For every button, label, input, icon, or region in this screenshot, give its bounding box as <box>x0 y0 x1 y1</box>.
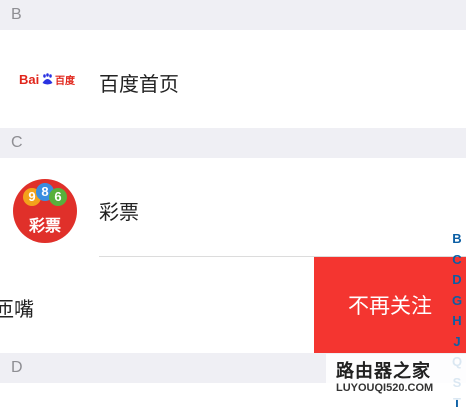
baidu-logo-icon: Bai 百度 <box>19 72 75 87</box>
lottery-icon: 9 8 6 彩票 <box>13 179 77 243</box>
section-letter: C <box>11 134 23 151</box>
index-letter-b[interactable]: B <box>449 229 465 250</box>
item-label-baidu: 百度首页 <box>99 72 179 96</box>
item-label-lottery: 彩票 <box>99 200 139 224</box>
site-watermark: 路由器之家 LUYOUQI520.COM <box>326 354 466 400</box>
index-letter-c[interactable]: C <box>449 250 465 271</box>
index-letter-j[interactable]: J <box>449 332 465 353</box>
unfollow-button[interactable]: 不再关注 <box>314 257 466 353</box>
index-letter-d[interactable]: D <box>449 270 465 291</box>
section-letter: B <box>11 6 22 23</box>
watermark-url: LUYOUQI520.COM <box>336 382 434 394</box>
unfollow-label: 不再关注 <box>348 294 432 318</box>
lottery-ball: 6 <box>49 188 67 206</box>
svg-text:Bai: Bai <box>19 72 39 87</box>
section-header-c: C <box>0 128 466 158</box>
index-letter-g[interactable]: G <box>449 291 465 312</box>
section-letter: D <box>11 359 23 376</box>
watermark-title: 路由器之家 <box>336 361 431 382</box>
index-letter-h[interactable]: H <box>449 311 465 332</box>
lottery-icon-text: 彩票 <box>28 216 61 235</box>
section-header-b: B <box>0 0 466 30</box>
item-label-swiped: 匝嘴 <box>0 297 34 321</box>
svg-text:百度: 百度 <box>55 74 75 87</box>
